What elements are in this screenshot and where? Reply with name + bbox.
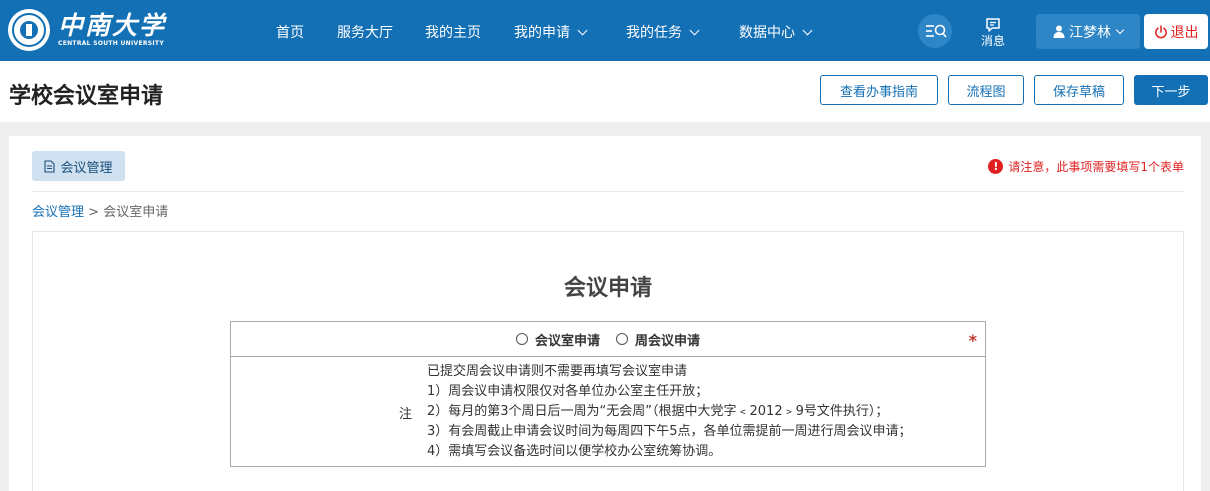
- logo-english-name: CENTRAL SOUTH UNIVERSITY: [58, 39, 164, 47]
- search-icon: [926, 24, 947, 38]
- radio-meeting-room[interactable]: 会议室申请: [515, 330, 600, 349]
- document-icon: [44, 159, 56, 173]
- top-nav-bar: 中南大学 CENTRAL SOUTH UNIVERSITY 首页 服务大厅 我的…: [0, 0, 1210, 61]
- note-line: 2）每月的第3个周日后一周为“无会周”（根据中大党字﹤2012﹥9号文件执行）；: [427, 404, 889, 419]
- note-line: 4）需填写会议备选时间以便学校办公室统筹协调。: [427, 444, 722, 459]
- logout-label: 退出: [1170, 24, 1199, 41]
- chevron-down-icon: [689, 25, 700, 35]
- nav-my-tasks-label: 我的任务: [626, 25, 682, 41]
- main-panel: 会议管理 ! 请注意，此事项需要填写1个表单 会议管理 > 会议室申请 会议申请…: [9, 136, 1201, 491]
- alert-icon: !: [988, 159, 1004, 174]
- radio-weekly-meeting-label: 周会议申请: [635, 333, 701, 349]
- nav-home[interactable]: 首页: [276, 22, 304, 42]
- nav-my-tasks[interactable]: 我的任务: [626, 22, 700, 42]
- view-guide-button[interactable]: 查看办事指南: [820, 75, 938, 105]
- nav-home-label: 首页: [276, 25, 304, 41]
- breadcrumb: 会议管理 > 会议室申请: [32, 201, 168, 220]
- tab-meeting-management[interactable]: 会议管理: [32, 151, 125, 181]
- tab-label: 会议管理: [60, 160, 113, 176]
- required-mark: *: [968, 331, 977, 350]
- nav-my-homepage[interactable]: 我的主页: [425, 22, 481, 42]
- nav-service-hall-label: 服务大厅: [337, 25, 393, 41]
- form-container: 会议申请 会议室申请 周会议申请 * 注 已提交周会议申请则不需要再填写会议室申…: [32, 231, 1184, 491]
- radio-circle-icon[interactable]: [616, 333, 628, 345]
- notes-list: 已提交周会议申请则不需要再填写会议室申请 1）周会议申请权限仅对各单位办公室主任…: [427, 362, 912, 462]
- form-notice: ! 请注意，此事项需要填写1个表单: [988, 158, 1184, 175]
- nav-data-center-label: 数据中心: [739, 25, 795, 41]
- message-icon: [986, 18, 1000, 32]
- page-title: 学校会议室申请: [9, 84, 164, 109]
- nav-my-applications-label: 我的申请: [514, 25, 570, 41]
- nav-my-applications[interactable]: 我的申请: [514, 22, 588, 42]
- application-type-table: 会议室申请 周会议申请 * 注 已提交周会议申请则不需要再填写会议室申请 1）周…: [230, 321, 986, 467]
- search-button[interactable]: [918, 14, 952, 48]
- breadcrumb-root-link[interactable]: 会议管理: [32, 205, 84, 220]
- logout-button[interactable]: 退出: [1144, 14, 1208, 49]
- user-name: 江梦林: [1069, 24, 1111, 41]
- flowchart-button[interactable]: 流程图: [948, 75, 1024, 105]
- notes-row: 注 已提交周会议申请则不需要再填写会议室申请 1）周会议申请权限仅对各单位办公室…: [231, 357, 985, 466]
- breadcrumb-separator: >: [88, 205, 100, 220]
- nav-service-hall[interactable]: 服务大厅: [337, 22, 393, 42]
- application-type-row: 会议室申请 周会议申请 *: [231, 322, 985, 357]
- chevron-down-icon: [802, 25, 813, 35]
- page-header: 学校会议室申请 查看办事指南 流程图 保存草稿 下一步: [0, 61, 1210, 122]
- form-title: 会议申请: [563, 276, 652, 301]
- save-draft-button[interactable]: 保存草稿: [1034, 75, 1124, 105]
- chevron-down-icon: [1115, 25, 1125, 34]
- university-seal-icon: [8, 9, 50, 51]
- user-icon: [1053, 25, 1065, 38]
- university-logo[interactable]: 中南大学 CENTRAL SOUTH UNIVERSITY: [8, 9, 166, 51]
- notice-text: 请注意，此事项需要填写1个表单: [1008, 160, 1184, 174]
- radio-meeting-room-label: 会议室申请: [534, 333, 600, 349]
- next-step-button[interactable]: 下一步: [1134, 75, 1208, 105]
- messages-label: 消息: [980, 34, 1005, 48]
- divider: [32, 191, 1184, 192]
- logo-chinese-name: 中南大学: [58, 10, 167, 40]
- breadcrumb-current: 会议室申请: [103, 205, 169, 220]
- user-menu-button[interactable]: 江梦林: [1036, 14, 1140, 49]
- messages-button[interactable]: 消息: [978, 17, 1008, 48]
- nav-data-center[interactable]: 数据中心: [739, 22, 813, 42]
- chevron-down-icon: [577, 25, 588, 35]
- radio-weekly-meeting[interactable]: 周会议申请: [616, 330, 700, 349]
- power-icon: [1154, 24, 1167, 38]
- nav-my-homepage-label: 我的主页: [425, 25, 481, 41]
- note-line: 3）有会周截止申请会议时间为每周四下午5点，各单位需提前一周进行周会议申请；: [427, 424, 912, 439]
- note-label: 注: [399, 407, 413, 422]
- radio-circle-icon[interactable]: [515, 333, 528, 345]
- note-line: 已提交周会议申请则不需要再填写会议室申请: [427, 364, 688, 379]
- note-line: 1）周会议申请权限仅对各单位办公室主任开放；: [427, 384, 709, 399]
